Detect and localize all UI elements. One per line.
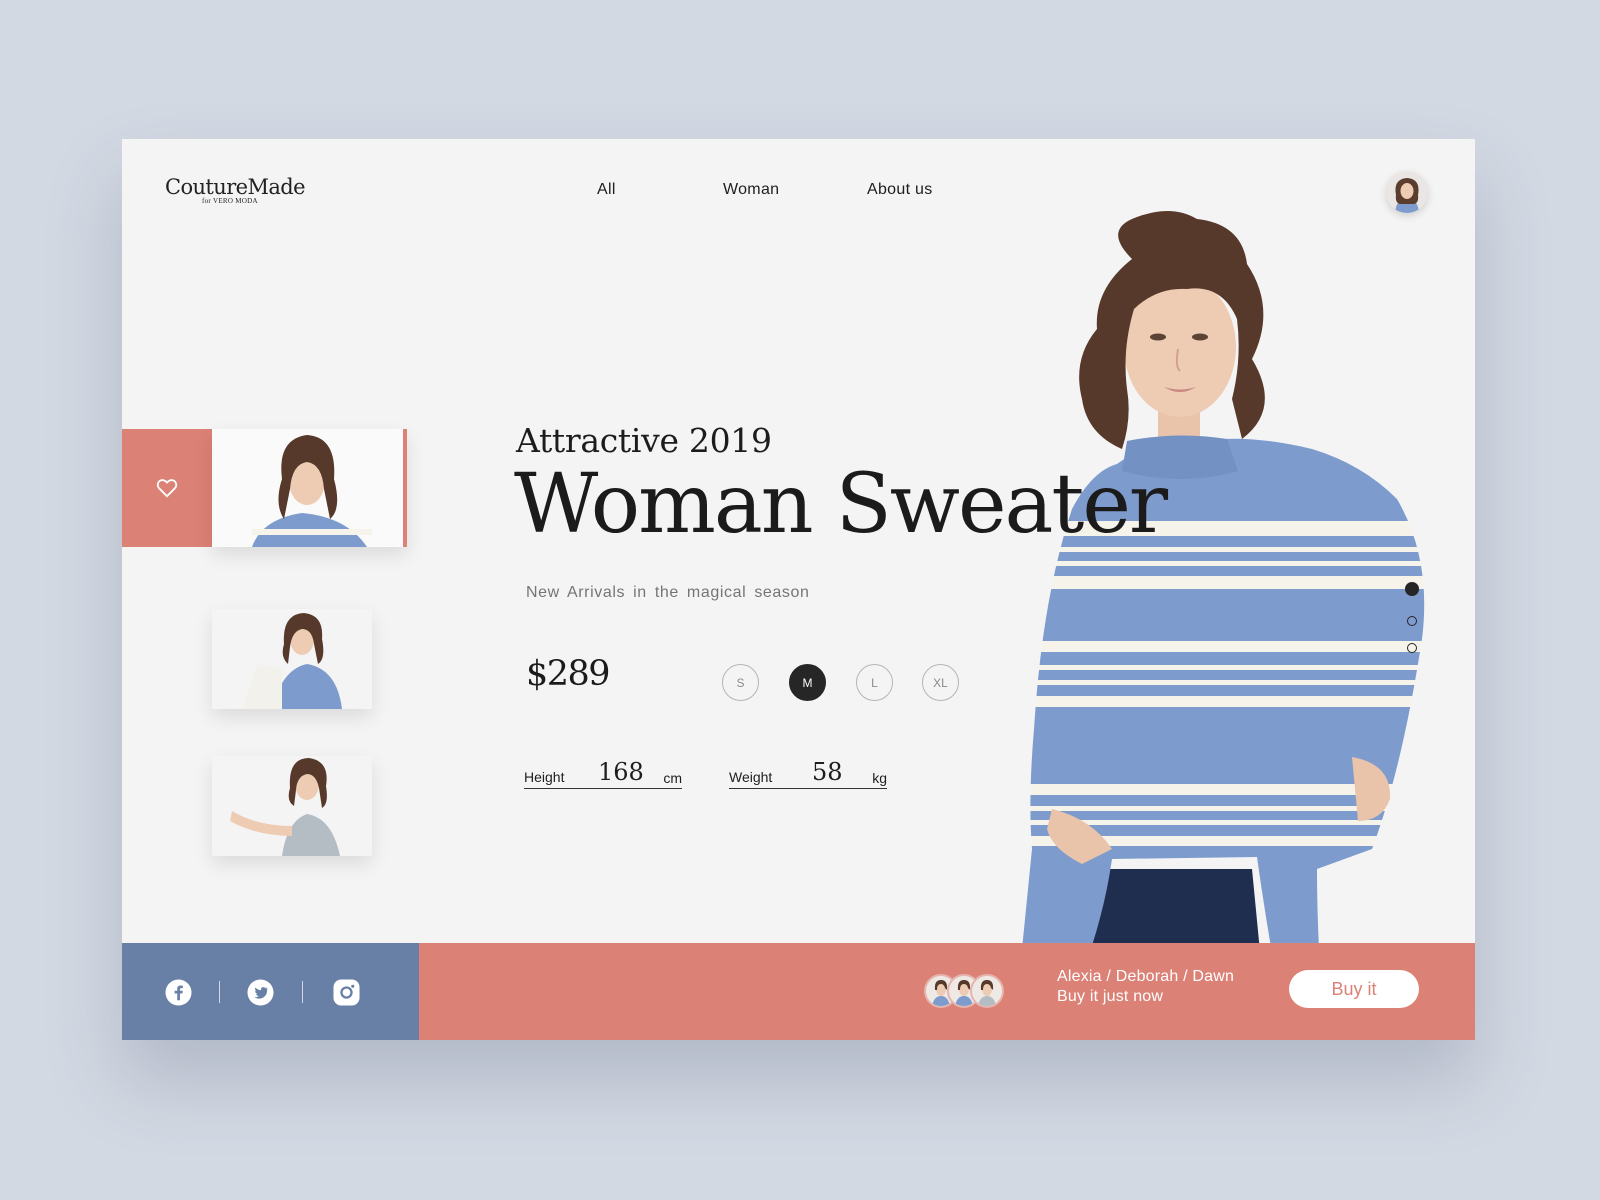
nav-about-us[interactable]: About us <box>867 181 933 199</box>
nav-all[interactable]: All <box>597 181 616 199</box>
height-label: Height <box>524 769 565 785</box>
size-s[interactable]: S <box>722 664 759 701</box>
weight-unit: kg <box>872 770 887 786</box>
size-l[interactable]: L <box>856 664 893 701</box>
heart-icon <box>156 479 178 498</box>
user-avatar[interactable] <box>1386 171 1428 213</box>
social-bar <box>122 943 419 1040</box>
gallery-thumb-3[interactable] <box>212 756 372 856</box>
friends-avatars <box>924 974 1004 1008</box>
brand-logo[interactable]: CoutureMade for VERO MODA <box>165 175 306 205</box>
gallery-thumb-1[interactable] <box>212 429 407 547</box>
gallery-thumb-2[interactable] <box>212 609 372 709</box>
social-divider <box>302 981 303 1003</box>
product-price: $289 <box>526 654 611 694</box>
favorite-button[interactable] <box>122 429 212 547</box>
height-field[interactable]: Height 168 cm <box>524 758 682 789</box>
social-divider <box>219 981 220 1003</box>
size-m[interactable]: M <box>789 664 826 701</box>
hero-title: Woman Sweater <box>514 457 1168 552</box>
brand-name: CoutureMade <box>165 175 306 199</box>
height-value: 168 <box>598 758 644 786</box>
weight-label: Weight <box>729 769 773 785</box>
hero-subtitle: New Arrivals in the magical season <box>526 584 810 601</box>
weight-value: 58 <box>812 758 843 786</box>
height-unit: cm <box>663 770 682 786</box>
twitter-icon[interactable] <box>247 979 274 1006</box>
buy-subtitle: Buy it just now <box>1057 988 1164 1005</box>
weight-field[interactable]: Weight 58 kg <box>729 758 887 789</box>
friend-avatar <box>970 974 1004 1008</box>
product-card: CoutureMade for VERO MODA All Woman Abou… <box>122 139 1475 1040</box>
facebook-icon[interactable] <box>165 979 192 1006</box>
pager-dot-2[interactable] <box>1407 616 1417 626</box>
hero-eyebrow: Attractive 2019 <box>516 421 772 460</box>
size-xl[interactable]: XL <box>922 664 959 701</box>
model-image <box>1022 210 1425 1024</box>
pager-dot-1[interactable] <box>1405 582 1419 596</box>
buy-button[interactable]: Buy it <box>1289 970 1419 1008</box>
buy-bar: Alexia / Deborah / Dawn Buy it just now … <box>419 943 1475 1040</box>
buyer-names: Alexia / Deborah / Dawn <box>1057 968 1235 985</box>
nav-woman[interactable]: Woman <box>723 181 779 199</box>
instagram-icon[interactable] <box>333 979 360 1006</box>
pager-dot-3[interactable] <box>1407 643 1417 653</box>
